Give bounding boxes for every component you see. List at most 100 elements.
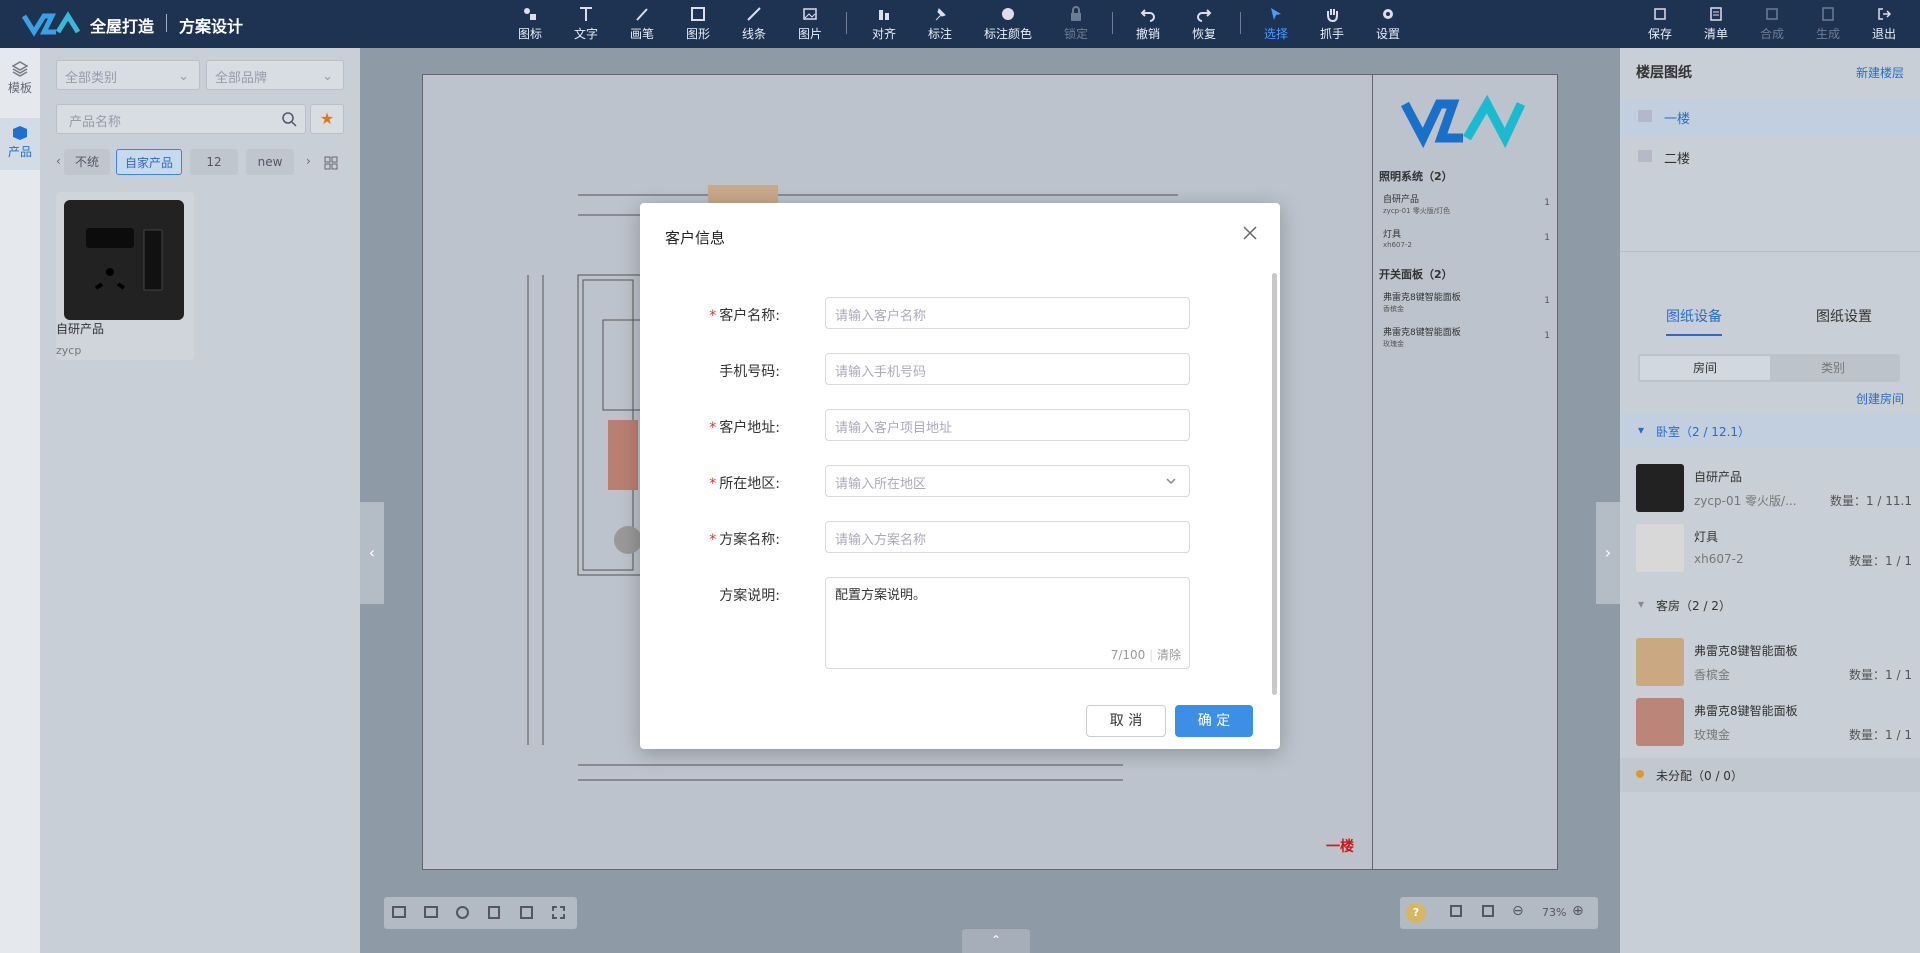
zoom-level: 73% (1542, 906, 1567, 919)
fit-icon[interactable] (520, 906, 533, 919)
nav-template[interactable]: 模板 (0, 58, 40, 108)
tool-text[interactable]: 文字 (560, 6, 612, 42)
collapse-left-panel[interactable]: ‹ (360, 502, 384, 604)
device-thumbnail (1636, 524, 1684, 572)
caret-down-icon: ▾ (1638, 597, 1645, 611)
tool-select[interactable]: 选择 (1250, 6, 1302, 42)
tag-item[interactable]: 12 (190, 149, 238, 175)
expand-bottom-panel[interactable]: ⌃ (962, 929, 1030, 953)
tool-icon[interactable]: 图标 (504, 6, 556, 42)
tag-item[interactable]: 自家产品 (116, 149, 182, 175)
tool-redo[interactable]: 恢复 (1178, 6, 1230, 42)
list-button[interactable]: 清单 (1690, 6, 1742, 42)
segment-room[interactable]: 房间 (1640, 356, 1770, 380)
plan-name-input[interactable]: 请输入方案名称 (825, 521, 1190, 553)
tool-undo[interactable]: 撤销 (1122, 6, 1174, 42)
legend-item-count: 1 (1544, 233, 1550, 243)
form-row-region: * 所在地区: 请输入所在地区 (640, 465, 1240, 497)
left-nav: 模板 产品 (0, 48, 40, 953)
confirm-button[interactable]: 确 定 (1175, 705, 1253, 737)
save-button[interactable]: 保存 (1634, 6, 1686, 42)
cancel-button[interactable]: 取 消 (1086, 705, 1166, 737)
room-header[interactable]: ▾ 卧室（2 / 12.1） (1620, 414, 1920, 448)
generate-button[interactable]: 生成 (1802, 6, 1854, 42)
product-image (64, 200, 184, 320)
tool-line[interactable]: 线条 (728, 6, 780, 42)
tag-item[interactable]: 不统 (64, 149, 110, 175)
phone-input[interactable]: 请输入手机号码 (825, 353, 1190, 385)
category-select[interactable]: 全部类别 ⌄ (56, 60, 200, 90)
room-device-item[interactable]: 自研产品 zycp-01 零火版/... 数量：1 / 11.1 (1636, 464, 1916, 516)
copy-icon[interactable] (424, 906, 438, 918)
create-room-link[interactable]: 创建房间 (1856, 390, 1904, 407)
tool-annotate-color[interactable]: 标注颜色 (980, 6, 1036, 42)
tab-drawing-settings[interactable]: 图纸设置 (1816, 306, 1872, 326)
floor-panel: 楼层图纸 新建楼层 一楼 二楼 图纸设备 图纸设置 房间 类别 创建房间 ▾ 卧… (1620, 48, 1920, 953)
brand-select[interactable]: 全部品牌 ⌄ (206, 60, 344, 90)
toolbar-divider (1112, 12, 1113, 34)
room-device-item[interactable]: 弗雷克8键智能面板 玫瑰金 数量：1 / 1 (1636, 698, 1916, 750)
legend-item-sub: zycp-01 零火版/灯色 (1383, 207, 1451, 215)
help-icon[interactable]: ? (1406, 903, 1426, 923)
expand-icon[interactable] (1482, 905, 1494, 917)
device-thumbnail (1636, 464, 1684, 512)
floor-item[interactable]: 一楼 (1620, 98, 1920, 136)
line-icon (747, 7, 761, 21)
dialog-title: 客户信息 (665, 229, 726, 247)
add-icon[interactable] (456, 906, 469, 919)
delete-icon[interactable] (488, 906, 500, 919)
grid-icon[interactable] (324, 156, 338, 170)
legend-item-name: 弗雷克8键智能面板 (1383, 293, 1461, 303)
room-header[interactable]: ▾ 客房（2 / 2） (1620, 588, 1920, 622)
gear-icon (1383, 9, 1393, 19)
tool-brush[interactable]: 画笔 (616, 6, 668, 42)
tool-settings[interactable]: 设置 (1362, 6, 1414, 42)
form-row-plan-name: * 方案名称: 请输入方案名称 (640, 521, 1240, 553)
nav-product[interactable]: 产品 (0, 118, 40, 170)
plan-description-textarea[interactable]: 配置方案说明。 7/100 | 清除 (825, 577, 1190, 669)
legend-item-sub: xh607-2 (1383, 241, 1412, 249)
product-panel: 全部类别 ⌄ 全部品牌 ⌄ 产品名称 ★ ‹ 不统 自家产品 12 new › 自研… (40, 48, 360, 953)
exit-button[interactable]: 退出 (1858, 6, 1910, 42)
required-mark: * (709, 532, 717, 548)
address-input[interactable]: 请输入客户项目地址 (825, 409, 1190, 441)
chevron-down-icon (1166, 478, 1176, 485)
tool-shape[interactable]: 图形 (672, 6, 724, 42)
tab-drawing-devices[interactable]: 图纸设备 (1666, 306, 1722, 326)
tool-image[interactable]: 图片 (784, 6, 836, 42)
room-device-item[interactable]: 灯具 xh607-2 数量：1 / 1 (1636, 524, 1916, 576)
chevron-down-icon: ⌄ (322, 69, 333, 84)
zoom-in-icon[interactable]: ⊕ (1572, 903, 1584, 919)
tool-align[interactable]: 对齐 (858, 6, 910, 42)
tool-hand[interactable]: 抓手 (1306, 6, 1358, 42)
new-floor-link[interactable]: 新建楼层 (1856, 64, 1904, 81)
region-select[interactable]: 请输入所在地区 (825, 465, 1190, 497)
legend-group-title: 开关面板（2） (1379, 268, 1453, 281)
room-device-item[interactable]: 弗雷克8键智能面板 香槟金 数量：1 / 1 (1636, 638, 1916, 690)
tool-annotate[interactable]: 标注 (914, 6, 966, 42)
product-search-input[interactable]: 产品名称 (56, 104, 306, 134)
close-icon[interactable] (1242, 225, 1258, 241)
tags-scroll-right[interactable]: › (306, 154, 311, 168)
compose-button[interactable]: 合成 (1746, 6, 1798, 42)
clear-button[interactable]: 清除 (1157, 648, 1181, 662)
segment-category[interactable]: 类别 (1768, 356, 1898, 380)
floor-item[interactable]: 二楼 (1620, 138, 1920, 176)
tag-item[interactable]: new (246, 149, 294, 175)
zoom-tools: ? ⊖ 73% ⊕ (1400, 897, 1598, 929)
form-row-address: * 客户地址: 请输入客户项目地址 (640, 409, 1240, 441)
fullscreen-icon[interactable] (1450, 905, 1462, 917)
zoom-out-icon[interactable]: ⊖ (1512, 903, 1524, 919)
customer-name-input[interactable]: 请输入客户名称 (825, 297, 1190, 329)
product-code: zycp (56, 344, 82, 357)
favorite-star-icon[interactable]: ★ (310, 104, 344, 134)
tool-lock[interactable]: 锁定 (1050, 6, 1102, 42)
select-area-icon[interactable] (552, 906, 565, 919)
layer-icon[interactable] (392, 906, 406, 918)
cursor-icon (1271, 8, 1281, 20)
product-card[interactable]: 自研产品 zycp (56, 192, 194, 360)
unassigned-header[interactable]: 未分配（0 / 0） (1620, 758, 1920, 792)
tags-scroll-left[interactable]: ‹ (56, 154, 61, 168)
dialog-scrollbar[interactable] (1272, 273, 1277, 695)
collapse-right-panel[interactable]: › (1596, 502, 1620, 604)
